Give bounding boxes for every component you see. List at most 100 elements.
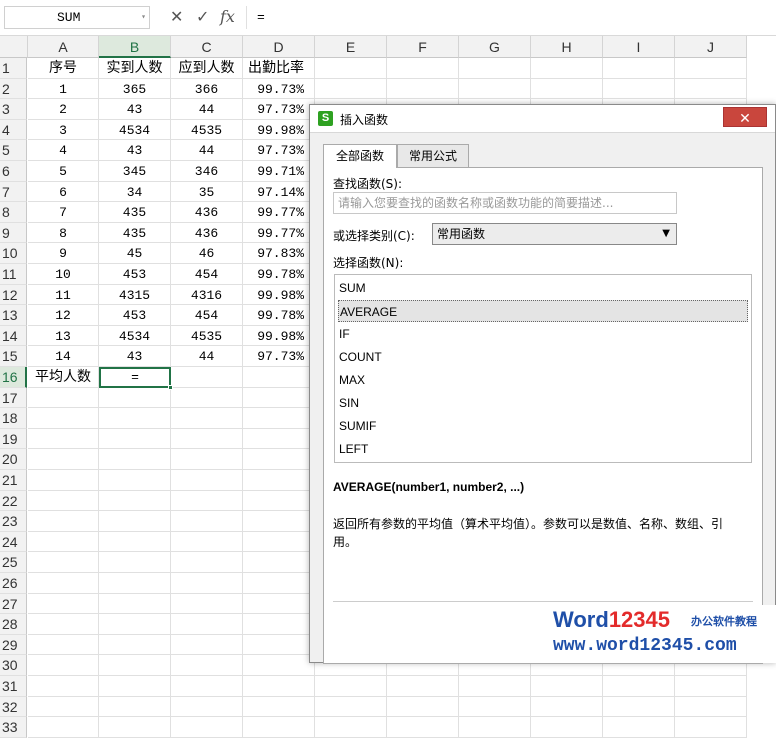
grid-cell[interactable] <box>99 676 171 697</box>
chevron-down-icon[interactable]: ▾ <box>141 7 146 28</box>
grid-cell[interactable] <box>675 676 747 697</box>
grid-cell[interactable] <box>99 655 171 676</box>
grid-cell[interactable]: 97.73% <box>243 99 315 120</box>
fill-handle[interactable] <box>168 384 173 390</box>
grid-cell[interactable] <box>243 696 315 718</box>
row-header[interactable]: 22 <box>0 490 27 512</box>
row-header[interactable]: 13 <box>0 305 27 326</box>
row-header[interactable]: 8 <box>0 202 27 223</box>
row-header[interactable]: 12 <box>0 284 27 306</box>
grid-cell[interactable] <box>28 717 99 738</box>
row-header[interactable]: 24 <box>0 531 27 553</box>
grid-cell[interactable] <box>171 552 243 573</box>
grid-cell[interactable] <box>28 552 99 573</box>
grid-cell[interactable] <box>99 573 171 594</box>
grid-cell[interactable]: 454 <box>171 305 243 326</box>
grid-cell[interactable]: 4535 <box>171 325 243 347</box>
row-header[interactable]: 15 <box>0 346 27 367</box>
grid-cell[interactable] <box>675 58 747 79</box>
grid-cell[interactable] <box>99 449 171 470</box>
grid-cell[interactable]: 454 <box>171 264 243 285</box>
grid-cell[interactable] <box>99 614 171 635</box>
grid-cell[interactable] <box>243 655 315 676</box>
grid-cell[interactable] <box>315 78 387 100</box>
grid-cell[interactable]: 平均人数 <box>28 367 99 388</box>
grid-cell[interactable] <box>28 531 99 553</box>
grid-cell[interactable]: 34 <box>99 181 171 203</box>
grid-cell[interactable] <box>171 387 243 409</box>
row-header[interactable]: 1 <box>0 58 27 79</box>
grid-cell[interactable] <box>675 78 747 100</box>
grid-cell[interactable] <box>171 428 243 450</box>
column-header[interactable]: A <box>28 36 99 58</box>
grid-cell[interactable] <box>171 593 243 615</box>
grid-cell[interactable] <box>459 717 531 738</box>
grid-cell[interactable] <box>243 552 315 573</box>
grid-cell[interactable] <box>243 449 315 470</box>
grid-cell[interactable] <box>675 717 747 738</box>
row-header[interactable]: 27 <box>0 593 27 615</box>
grid-cell[interactable] <box>531 676 603 697</box>
grid-cell[interactable] <box>99 511 171 532</box>
row-header[interactable]: 6 <box>0 161 27 182</box>
grid-cell[interactable]: 453 <box>99 264 171 285</box>
grid-cell[interactable]: 366 <box>171 78 243 100</box>
row-header[interactable]: 9 <box>0 222 27 244</box>
grid-cell[interactable] <box>28 634 99 656</box>
grid-cell[interactable]: 出勤比率 <box>243 58 315 79</box>
column-header[interactable]: B <box>99 36 171 58</box>
grid-cell[interactable] <box>28 408 99 429</box>
grid-cell[interactable] <box>315 676 387 697</box>
grid-cell[interactable]: 99.98% <box>243 325 315 347</box>
grid-cell[interactable] <box>387 676 459 697</box>
grid-cell[interactable] <box>603 717 675 738</box>
category-select[interactable]: 常用函数 ▼ <box>432 223 677 245</box>
grid-cell[interactable]: 1 <box>28 78 99 100</box>
grid-cell[interactable] <box>459 78 531 100</box>
grid-cell[interactable]: 45 <box>99 243 171 264</box>
grid-cell[interactable]: 13 <box>28 325 99 347</box>
grid-cell[interactable] <box>171 490 243 512</box>
column-header[interactable]: D <box>243 36 315 58</box>
grid-cell[interactable] <box>171 367 243 388</box>
grid-cell[interactable] <box>99 634 171 656</box>
row-header[interactable]: 7 <box>0 181 27 203</box>
row-header[interactable]: 10 <box>0 243 27 264</box>
row-header[interactable]: 4 <box>0 119 27 141</box>
row-header[interactable]: 30 <box>0 655 27 676</box>
row-header[interactable]: 31 <box>0 676 27 697</box>
column-header[interactable]: C <box>171 36 243 58</box>
grid-cell[interactable]: 436 <box>171 222 243 244</box>
grid-cell[interactable]: 2 <box>28 99 99 120</box>
grid-cell[interactable] <box>243 593 315 615</box>
grid-cell[interactable] <box>28 490 99 512</box>
grid-cell[interactable] <box>243 511 315 532</box>
function-search-input[interactable]: 请输入您要查找的函数名称或函数功能的简要描述... <box>333 192 677 214</box>
grid-cell[interactable]: 99.77% <box>243 202 315 223</box>
grid-cell[interactable] <box>243 408 315 429</box>
grid-cell[interactable] <box>171 531 243 553</box>
grid-cell[interactable] <box>243 490 315 512</box>
grid-cell[interactable] <box>99 531 171 553</box>
grid-cell[interactable] <box>171 676 243 697</box>
grid-cell[interactable] <box>28 573 99 594</box>
grid-cell[interactable] <box>171 511 243 532</box>
grid-cell[interactable]: 4535 <box>171 119 243 141</box>
grid-cell[interactable] <box>28 470 99 491</box>
grid-cell[interactable]: 44 <box>171 346 243 367</box>
grid-cell[interactable]: 97.14% <box>243 181 315 203</box>
grid-cell[interactable]: 4534 <box>99 325 171 347</box>
grid-cell[interactable] <box>28 676 99 697</box>
grid-cell[interactable] <box>387 717 459 738</box>
grid-cell[interactable] <box>99 408 171 429</box>
column-header[interactable]: F <box>387 36 459 58</box>
grid-cell[interactable] <box>28 696 99 718</box>
function-list-item[interactable]: LEFT <box>338 438 748 460</box>
grid-cell[interactable]: 7 <box>28 202 99 223</box>
grid-cell[interactable] <box>603 676 675 697</box>
grid-cell[interactable] <box>603 58 675 79</box>
grid-cell[interactable] <box>28 387 99 409</box>
row-header[interactable]: 28 <box>0 614 27 635</box>
function-list-item[interactable]: MAX <box>338 369 748 391</box>
grid-cell[interactable] <box>459 676 531 697</box>
